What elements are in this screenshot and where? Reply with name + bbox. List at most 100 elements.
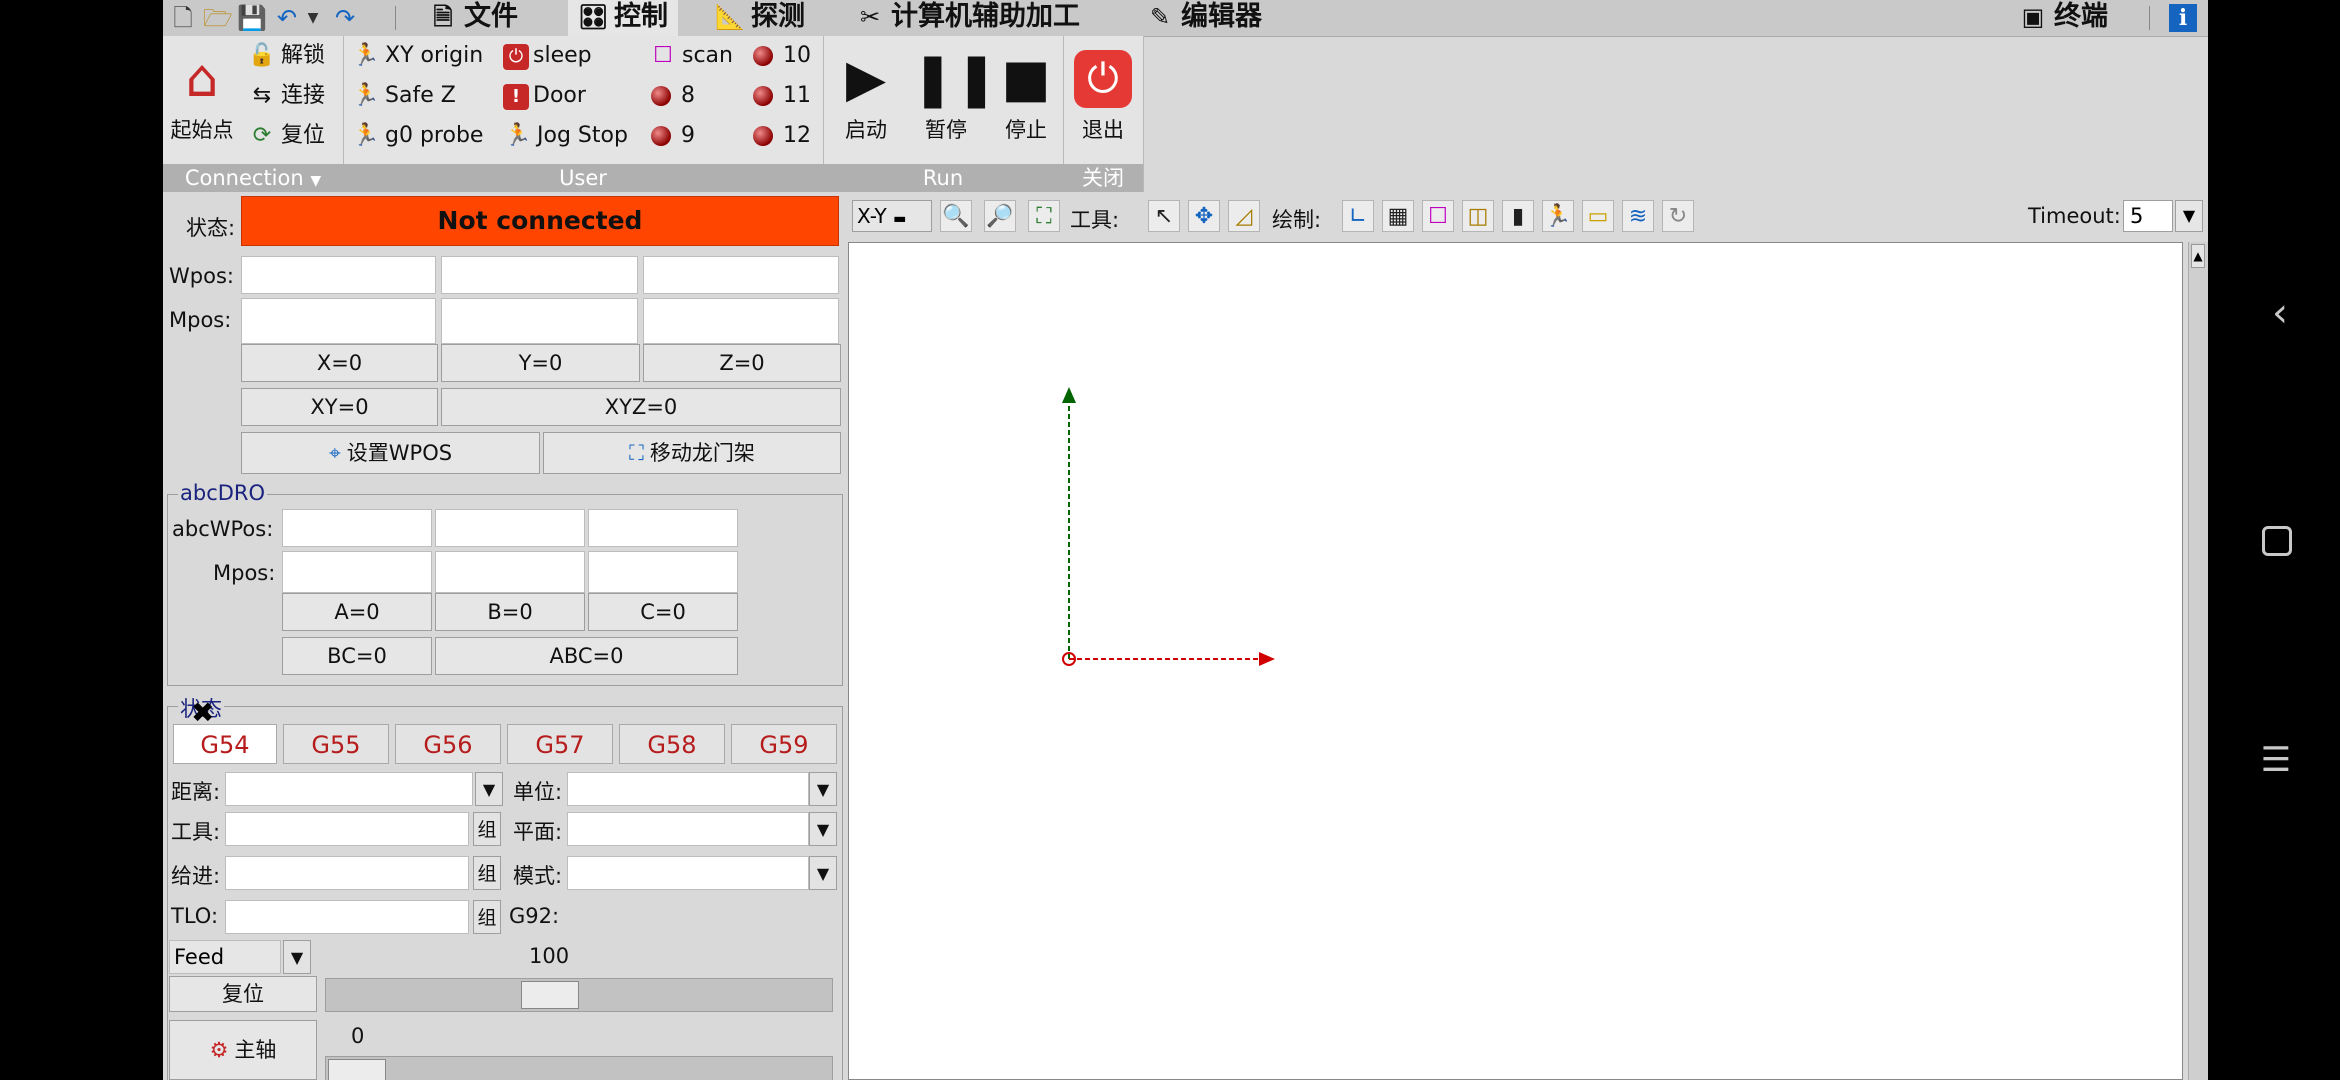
workarea-icon[interactable]: ▮: [1502, 200, 1534, 232]
tab-probe[interactable]: 📐 探测: [715, 0, 805, 36]
home-square-icon[interactable]: [2262, 526, 2292, 556]
xy-origin-button[interactable]: 🏃 XY origin: [351, 38, 483, 74]
override-reset-button[interactable]: 复位: [169, 976, 317, 1012]
jog-stop-button[interactable]: 🏃 Jog Stop: [503, 118, 628, 154]
scroll-up-arrow-icon[interactable]: ▲: [2191, 244, 2205, 268]
probe-icon[interactable]: ◫: [1462, 200, 1494, 232]
tab-cam[interactable]: ✂ 计算机辅助加工: [855, 0, 1080, 36]
override-select[interactable]: Feed: [169, 940, 281, 974]
tool-field[interactable]: [225, 812, 469, 846]
zero-z-button[interactable]: Z=0: [643, 344, 841, 382]
zoom-in-icon[interactable]: 🔍: [940, 200, 972, 232]
pointer-icon[interactable]: ↖: [1148, 200, 1180, 232]
back-icon[interactable]: ‹: [2250, 290, 2310, 336]
chevron-down-icon[interactable]: ▼: [809, 812, 837, 846]
slider-thumb[interactable]: [328, 1059, 386, 1080]
pause-button[interactable]: ❚❚ 暂停: [911, 44, 998, 144]
stop-button[interactable]: ■ 停止: [991, 44, 1061, 144]
tab-g56[interactable]: G56: [395, 724, 501, 764]
ruler-icon[interactable]: ◿: [1228, 200, 1260, 232]
chevron-down-icon[interactable]: ▼: [475, 772, 503, 806]
mode-select[interactable]: [567, 856, 809, 890]
zero-b-button[interactable]: B=0: [435, 593, 585, 631]
canvas-scrollbar[interactable]: ▲: [2188, 242, 2208, 1080]
undo-icon[interactable]: ↶: [273, 4, 301, 32]
scan-button[interactable]: ☐ scan: [648, 38, 733, 74]
tab-g57[interactable]: G57: [507, 724, 613, 764]
user-button-10[interactable]: 10: [753, 38, 811, 74]
red-ball-icon: [753, 86, 773, 106]
pan-icon[interactable]: ✥: [1188, 200, 1220, 232]
chevron-down-icon[interactable]: ▼: [809, 772, 837, 806]
sleep-button[interactable]: ⏻ sleep: [503, 38, 592, 74]
start-button[interactable]: ▶ 启动: [831, 44, 901, 144]
margin-icon[interactable]: ☐: [1422, 200, 1454, 232]
tab-terminal[interactable]: ▣ 终端: [2018, 0, 2108, 36]
zero-c-button[interactable]: C=0: [588, 593, 738, 631]
grid-icon[interactable]: ▦: [1382, 200, 1414, 232]
view-select[interactable]: X-Y ▬: [852, 200, 932, 232]
safe-z-button[interactable]: 🏃 Safe Z: [351, 78, 456, 114]
tool-set-button[interactable]: 组: [473, 812, 501, 846]
redo-icon[interactable]: ↷: [331, 4, 359, 32]
zero-y-button[interactable]: Y=0: [441, 344, 640, 382]
distance-select[interactable]: [225, 772, 473, 806]
set-wpos-button[interactable]: ⌖ 设置WPOS: [241, 432, 540, 474]
chevron-down-icon[interactable]: ▼: [809, 856, 837, 890]
tab-control[interactable]: 🎛 控制: [568, 0, 678, 36]
canvas-toolbar: X-Y ▬ 🔍 🔎 ⛶ 工具: ↖ ✥ ◿ 绘制: ∟ ▦ ☐ ◫ ▮ 🏃 ▭ …: [848, 192, 2208, 240]
zoom-out-icon[interactable]: 🔎: [984, 200, 1016, 232]
tab-editor[interactable]: ✎ 编辑器: [1145, 0, 1262, 36]
user-button-9[interactable]: 9: [651, 118, 695, 154]
save-icon[interactable]: 💾: [237, 4, 267, 32]
home-button[interactable]: ⌂ 起始点: [165, 44, 239, 144]
tlo-set-button[interactable]: 组: [473, 900, 501, 934]
plane-select[interactable]: [567, 812, 809, 846]
axes-icon[interactable]: ∟: [1342, 200, 1374, 232]
zero-xy-button[interactable]: XY=0: [241, 388, 438, 426]
user-button-11[interactable]: 11: [753, 78, 811, 114]
chevron-down-icon[interactable]: ▼: [283, 940, 311, 974]
camera-icon[interactable]: ▭: [1582, 200, 1614, 232]
gcode-canvas[interactable]: [848, 242, 2183, 1080]
open-folder-icon[interactable]: 🗁: [203, 4, 233, 32]
feed-override-slider[interactable]: [325, 978, 833, 1012]
tab-g54[interactable]: G54: [173, 724, 277, 764]
slider-thumb[interactable]: [521, 981, 579, 1009]
g0-probe-button[interactable]: 🏃 g0 probe: [351, 118, 483, 154]
spindle-button[interactable]: ⚙ 主轴: [169, 1020, 317, 1080]
units-select[interactable]: [567, 772, 809, 806]
exit-button[interactable]: ⏻ 退出: [1068, 44, 1138, 144]
timeout-input[interactable]: 5: [2123, 200, 2173, 232]
zero-bc-button[interactable]: BC=0: [282, 637, 432, 675]
move-gantry-button[interactable]: ⛶ 移动龙门架: [543, 432, 841, 474]
run-icon[interactable]: 🏃: [1542, 200, 1574, 232]
tab-file[interactable]: 🗎 文件: [428, 0, 518, 36]
refresh-icon[interactable]: ↻: [1662, 200, 1694, 232]
tab-g59[interactable]: G59: [731, 724, 837, 764]
tab-g58[interactable]: G58: [619, 724, 725, 764]
user-button-8[interactable]: 8: [651, 78, 695, 114]
zoom-fit-icon[interactable]: ⛶: [1028, 200, 1060, 232]
spindle-slider[interactable]: [325, 1056, 833, 1080]
zero-a-button[interactable]: A=0: [282, 593, 432, 631]
connection-group-label[interactable]: Connection ▼: [163, 164, 343, 192]
layers-icon[interactable]: ≋: [1622, 200, 1654, 232]
tab-g55[interactable]: G55: [283, 724, 389, 764]
undo-dropdown-icon[interactable]: ▼: [299, 4, 327, 32]
new-file-icon[interactable]: 🗋: [169, 4, 197, 32]
zero-x-button[interactable]: X=0: [241, 344, 438, 382]
info-icon[interactable]: i: [2169, 4, 2197, 32]
zero-xyz-button[interactable]: XYZ=0: [441, 388, 841, 426]
user-button-12[interactable]: 12: [753, 118, 811, 154]
menu-icon[interactable]: ☰: [2246, 740, 2306, 780]
feed-field[interactable]: [225, 856, 469, 890]
chevron-down-icon[interactable]: ▼: [2175, 200, 2203, 232]
door-button[interactable]: ! Door: [503, 78, 586, 114]
feed-set-button[interactable]: 组: [473, 856, 501, 890]
unlock-button[interactable]: 🔓 解锁: [247, 38, 325, 74]
tlo-field[interactable]: [225, 900, 469, 934]
connect-button[interactable]: ⇆ 连接: [247, 78, 325, 114]
reset-button[interactable]: ⟳ 复位: [247, 118, 325, 154]
zero-abc-button[interactable]: ABC=0: [435, 637, 738, 675]
